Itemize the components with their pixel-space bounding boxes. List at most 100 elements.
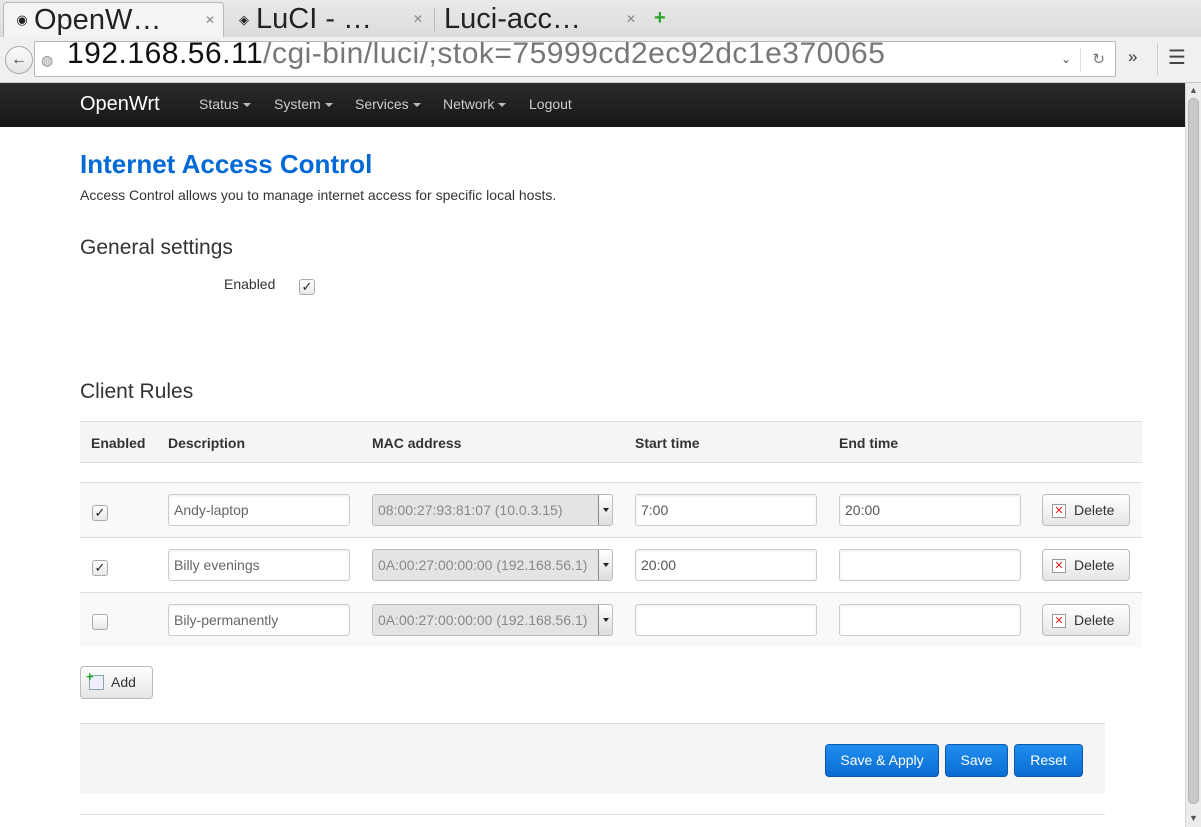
- nav-item-label: Status: [199, 96, 239, 112]
- column-header-start-time: Start time: [635, 435, 700, 451]
- end-time-input[interactable]: [839, 604, 1021, 636]
- end-time-input[interactable]: 20:00: [839, 494, 1021, 526]
- hamburger-menu-icon[interactable]: ☰: [1168, 45, 1186, 70]
- column-header-mac: MAC address: [372, 435, 462, 451]
- new-tab-icon[interactable]: +: [654, 8, 666, 28]
- caret-down-icon: [412, 103, 421, 108]
- delete-label: Delete: [1074, 557, 1115, 573]
- toolbar-separator: [1157, 43, 1158, 75]
- nav-item-services[interactable]: Services: [355, 96, 421, 112]
- delete-button[interactable]: ✕ Delete: [1042, 549, 1130, 581]
- reset-button[interactable]: Reset: [1014, 744, 1083, 777]
- nav-item-label: System: [274, 96, 321, 112]
- row-enabled-checkbox[interactable]: ✓: [92, 505, 108, 521]
- delete-x-icon: ✕: [1052, 559, 1066, 573]
- save-and-apply-button[interactable]: Save & Apply: [825, 744, 939, 777]
- caret-down-icon: [498, 103, 507, 108]
- openwrt-tab-icon: ◉: [16, 12, 28, 27]
- scroll-down-arrow-icon[interactable]: ▼: [1189, 813, 1198, 823]
- top-navigation-bar: OpenWrt Status System Services Network L…: [0, 83, 1185, 127]
- reload-icon[interactable]: ↻: [1092, 50, 1105, 68]
- mac-address-select[interactable]: 0A:00:27:00:00:00 (192.168.56.1): [372, 549, 613, 581]
- table-row: Bily-permanently 0A:00:27:00:00:00 (192.…: [80, 592, 1142, 647]
- delete-label: Delete: [1074, 612, 1115, 628]
- description-input[interactable]: Billy evenings: [168, 549, 350, 581]
- delete-x-icon: ✕: [1052, 614, 1066, 628]
- globe-icon: ◍: [41, 52, 54, 68]
- end-time-input[interactable]: [839, 549, 1021, 581]
- overflow-chevron-icon[interactable]: »: [1128, 47, 1137, 67]
- delete-button[interactable]: ✕ Delete: [1042, 604, 1130, 636]
- dropdown-arrow-icon[interactable]: [598, 605, 612, 635]
- add-label: Add: [111, 674, 136, 690]
- row-enabled-checkbox[interactable]: [92, 614, 108, 630]
- browser-tab-openwrt[interactable]: ◉ OpenW… ✕: [3, 2, 224, 37]
- luci-tab-icon: ◈: [239, 11, 249, 27]
- dropdown-arrow-icon[interactable]: [598, 550, 612, 580]
- tab-separator: [434, 8, 435, 32]
- footer-divider: [80, 814, 1105, 815]
- nav-item-system[interactable]: System: [274, 96, 333, 112]
- back-arrow-icon[interactable]: ←: [5, 46, 33, 74]
- chevron-down-icon[interactable]: ⌄: [1061, 52, 1071, 66]
- mac-address-value: 08:00:27:93:81:07 (10.0.3.15): [378, 502, 563, 518]
- page-title: Internet Access Control: [80, 149, 373, 179]
- row-enabled-checkbox[interactable]: ✓: [92, 560, 108, 576]
- nav-item-label: Logout: [529, 96, 572, 112]
- browser-tab-bar: ◉ OpenW… ✕ ◈ LuCI - … ✕ Luci-acc… ✕ +: [0, 0, 1201, 37]
- url-path: /cgi-bin/luci/;stok=75999cd2ec92dc1e3700…: [263, 41, 886, 70]
- column-header-end-time: End time: [839, 435, 899, 451]
- section-title-client-rules: Client Rules: [80, 380, 194, 403]
- caret-down-icon: [242, 103, 251, 108]
- tab-title: OpenW…: [34, 3, 162, 36]
- nav-item-logout[interactable]: Logout: [529, 96, 572, 112]
- client-rules-table-header: Enabled Description MAC address Start ti…: [80, 421, 1142, 463]
- url-text: 192.168.56.11/cgi-bin/luci/;stok=75999cd…: [67, 41, 886, 71]
- delete-label: Delete: [1074, 502, 1115, 518]
- page-viewport: OpenWrt Status System Services Network L…: [0, 83, 1185, 827]
- mac-address-value: 0A:00:27:00:00:00 (192.168.56.1): [378, 557, 588, 573]
- dropdown-arrow-icon[interactable]: [598, 495, 612, 525]
- browser-tab-luci[interactable]: ◈ LuCI - … ✕: [226, 2, 431, 37]
- form-actions-bar: Save & Apply Save Reset: [80, 723, 1105, 794]
- description-input[interactable]: Bily-permanently: [168, 604, 350, 636]
- nav-item-status[interactable]: Status: [199, 96, 251, 112]
- column-header-description: Description: [168, 435, 246, 451]
- save-button[interactable]: Save: [945, 744, 1008, 777]
- nav-item-label: Services: [355, 96, 409, 112]
- scroll-up-arrow-icon[interactable]: ▲: [1189, 85, 1198, 95]
- start-time-input[interactable]: 7:00: [635, 494, 817, 526]
- mac-address-select[interactable]: 08:00:27:93:81:07 (10.0.3.15): [372, 494, 613, 526]
- mac-address-select[interactable]: 0A:00:27:00:00:00 (192.168.56.1): [372, 604, 613, 636]
- enabled-checkbox[interactable]: ✓: [299, 279, 315, 295]
- tab-title: Luci-acc…: [444, 3, 581, 35]
- page-description: Access Control allows you to manage inte…: [80, 187, 557, 203]
- url-host: 192.168.56.11: [67, 41, 264, 70]
- add-icon: [86, 669, 104, 690]
- add-button[interactable]: Add: [80, 666, 153, 699]
- start-time-input[interactable]: [635, 604, 817, 636]
- tab-title: LuCI - …: [256, 3, 373, 35]
- url-bar[interactable]: ◍ 192.168.56.11/cgi-bin/luci/;stok=75999…: [34, 41, 1116, 77]
- browser-toolbar: ← ◍ 192.168.56.11/cgi-bin/luci/;stok=759…: [0, 37, 1201, 83]
- browser-tab-luci-access[interactable]: Luci-acc… ✕: [436, 2, 644, 37]
- close-tab-icon[interactable]: ✕: [413, 12, 423, 26]
- url-separator: [1080, 48, 1081, 72]
- close-tab-icon[interactable]: ✕: [626, 12, 636, 26]
- vertical-scrollbar[interactable]: ▲ ▼: [1185, 83, 1201, 827]
- nav-item-network[interactable]: Network: [443, 96, 507, 112]
- mac-address-value: 0A:00:27:00:00:00 (192.168.56.1): [378, 612, 588, 628]
- column-header-enabled: Enabled: [91, 435, 146, 451]
- delete-button[interactable]: ✕ Delete: [1042, 494, 1130, 526]
- scrollbar-thumb[interactable]: [1188, 98, 1199, 804]
- enabled-label: Enabled: [224, 276, 276, 292]
- table-row: ✓ Billy evenings 0A:00:27:00:00:00 (192.…: [80, 537, 1142, 592]
- close-tab-icon[interactable]: ✕: [205, 13, 215, 27]
- description-input[interactable]: Andy-laptop: [168, 494, 350, 526]
- brand-logo[interactable]: OpenWrt: [80, 93, 160, 116]
- delete-x-icon: ✕: [1052, 504, 1066, 518]
- caret-down-icon: [324, 103, 333, 108]
- start-time-input[interactable]: 20:00: [635, 549, 817, 581]
- nav-item-label: Network: [443, 96, 495, 112]
- section-title-general: General settings: [80, 236, 233, 259]
